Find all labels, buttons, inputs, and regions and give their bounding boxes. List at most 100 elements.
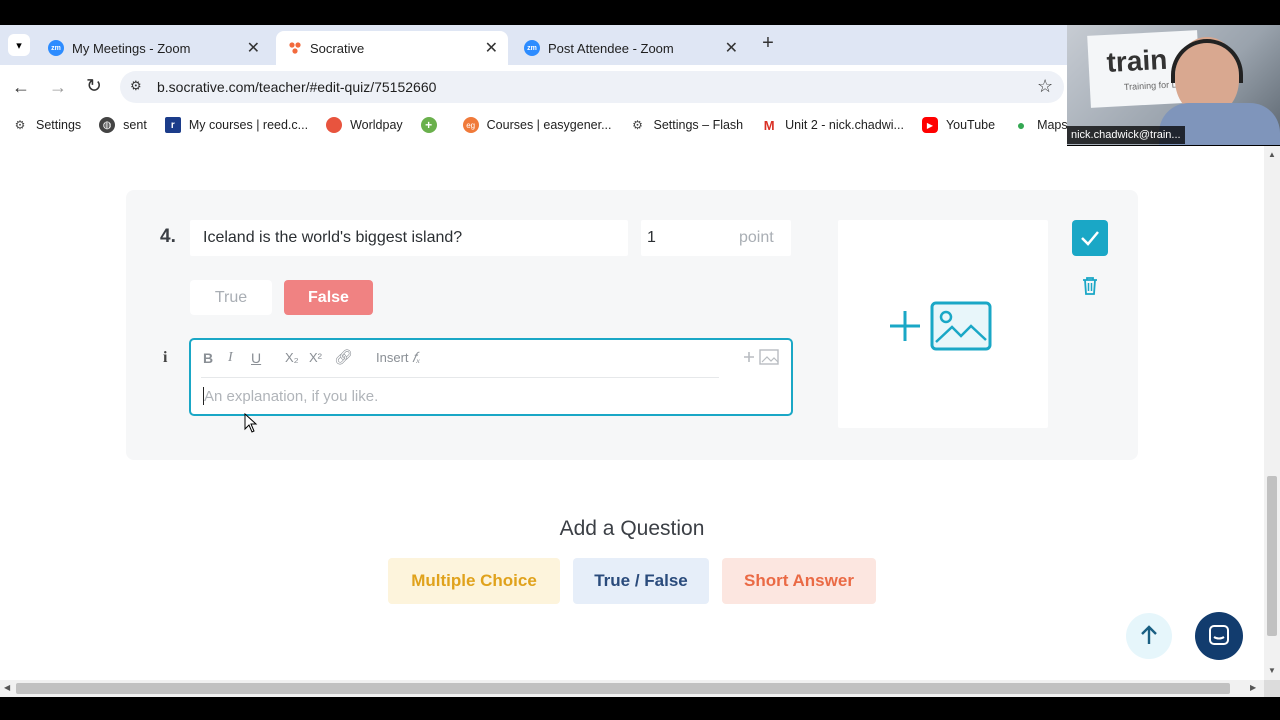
url-text: b.socrative.com/teacher/#edit-quiz/75152… [157, 79, 437, 95]
scrollbar-corner [1264, 680, 1280, 697]
tab-socrative[interactable]: Socrative ✕ [276, 31, 508, 65]
globe-icon: ◍ [99, 117, 116, 133]
superscript-button[interactable]: X² [309, 350, 322, 365]
answer-true-button[interactable]: True [190, 280, 272, 315]
horizontal-scrollbar[interactable]: ◀ ▶ [0, 680, 1264, 697]
bookmark-label: sent [123, 118, 147, 132]
gear-icon: ⚙ [14, 118, 26, 132]
bookmark-settings-flash[interactable]: ⚙ Settings – Flash [630, 117, 744, 133]
reload-icon[interactable]: ↻ [86, 75, 102, 98]
easygenerator-icon: eg [462, 117, 479, 133]
site-info-icon[interactable]: ⚙ [130, 78, 142, 94]
insert-formula-button[interactable]: Insert 𝑓ₓ [376, 350, 420, 367]
answer-false-label: False [308, 289, 349, 306]
worldpay-icon [326, 117, 343, 133]
trash-icon[interactable] [1081, 276, 1099, 301]
bookmark-label: Settings [36, 118, 82, 132]
bookmark-maps[interactable]: ● Maps [1013, 117, 1068, 133]
chat-support-button[interactable] [1195, 612, 1243, 660]
bookmark-label: Settings – Flash [653, 118, 744, 132]
scroll-right-arrow-icon[interactable]: ▶ [1250, 683, 1256, 692]
scroll-to-top-button[interactable] [1126, 613, 1172, 659]
close-icon[interactable]: ✕ [247, 38, 260, 58]
add-image-icon[interactable] [742, 348, 780, 366]
bookmark-gmail[interactable]: M Unit 2 - nick.chadwi... [761, 117, 904, 133]
true-false-label: True / False [594, 571, 688, 590]
gmail-icon: M [763, 117, 775, 133]
insert-label: Insert [376, 350, 409, 365]
bookmarks-bar: ⚙ Settings ◍ sent r My courses | reed.c.… [0, 109, 1068, 141]
info-icon[interactable]: i [163, 349, 167, 367]
bookmark-worldpay[interactable]: Worldpay [326, 117, 403, 133]
save-question-button[interactable] [1072, 220, 1108, 256]
tab-label: Post Attendee - Zoom [548, 40, 674, 56]
bookmark-settings[interactable]: ⚙ Settings [12, 117, 82, 133]
bookmark-youtube[interactable]: ▶ YouTube [921, 117, 995, 133]
bookmark-star-icon[interactable]: ☆ [1037, 76, 1053, 97]
horizontal-scrollbar-thumb[interactable] [16, 683, 1230, 694]
question-card: 4. Iceland is the world's biggest island… [126, 190, 1138, 460]
plus-circle-icon: + [420, 117, 437, 133]
participant-name: nick.chadwick@train... [1071, 129, 1181, 141]
page-content: 4. Iceland is the world's biggest island… [0, 146, 1264, 680]
webcam-video: train Training for Life nick.chadwick@tr… [1067, 25, 1280, 145]
tab-strip: ▾ zm My Meetings - Zoom ✕ Socrative ✕ zm… [0, 25, 1067, 65]
youtube-icon: ▶ [921, 117, 938, 133]
points-input[interactable]: 1 point [641, 220, 791, 256]
underline-button[interactable]: U [251, 350, 261, 366]
toolbar-divider [201, 377, 719, 378]
add-multiple-choice-button[interactable]: Multiple Choice [388, 558, 560, 604]
tab-post-attendee[interactable]: zm Post Attendee - Zoom ✕ [514, 31, 748, 65]
italic-button[interactable]: I [228, 350, 233, 366]
explanation-editor[interactable]: B I U X₂ X² 🔗︎ Insert 𝑓ₓ An explanation,… [189, 338, 793, 416]
function-icon: 𝑓ₓ [412, 351, 421, 366]
multiple-choice-label: Multiple Choice [411, 571, 537, 590]
question-text: Iceland is the world's biggest island? [203, 229, 463, 246]
tab-search-button[interactable]: ▾ [8, 34, 30, 56]
question-text-input[interactable]: Iceland is the world's biggest island? [190, 220, 628, 256]
zoom-icon: zm [524, 40, 540, 56]
bookmark-sent[interactable]: ◍ sent [99, 117, 147, 133]
add-short-answer-button[interactable]: Short Answer [722, 558, 876, 604]
chat-icon [1208, 624, 1230, 653]
bold-button[interactable]: B [203, 350, 213, 366]
points-value: 1 [647, 229, 656, 246]
new-tab-button[interactable]: + [758, 33, 778, 54]
add-image-large-icon [888, 300, 994, 352]
vertical-scrollbar[interactable]: ▲ ▼ [1264, 146, 1280, 680]
scrollbar-thumb[interactable] [1267, 476, 1277, 636]
address-bar[interactable]: ⚙ b.socrative.com/teacher/#edit-quiz/751… [120, 71, 1064, 103]
link-icon[interactable]: 🔗︎ [334, 348, 353, 366]
browser-toolbar: ← → ↻ ⚙ b.socrative.com/teacher/#edit-qu… [0, 65, 1067, 109]
checkmark-icon [1079, 227, 1101, 254]
bookmark-reed[interactable]: r My courses | reed.c... [164, 117, 309, 133]
points-unit: point [739, 229, 774, 246]
image-upload-area[interactable] [838, 220, 1048, 428]
bookmark-easygenerator[interactable]: eg Courses | easygener... [462, 117, 612, 133]
add-question-title: Add a Question [559, 517, 705, 540]
tab-label: Socrative [310, 40, 365, 56]
scroll-down-arrow-icon[interactable]: ▼ [1268, 666, 1276, 675]
scroll-up-arrow-icon[interactable]: ▲ [1268, 150, 1276, 159]
subscript-button[interactable]: X₂ [285, 350, 299, 365]
close-icon[interactable]: ✕ [485, 38, 498, 58]
bookmark-plus[interactable]: + [420, 117, 445, 133]
chevron-down-icon: ▾ [16, 39, 22, 52]
bookmark-label: My courses | reed.c... [188, 118, 309, 132]
question-number: 4. [160, 226, 176, 247]
bookmark-label: Maps [1037, 118, 1068, 132]
answer-false-button[interactable]: False [284, 280, 373, 315]
close-icon[interactable]: ✕ [725, 38, 738, 58]
participant-name-label: nick.chadwick@train... [1067, 126, 1185, 144]
bookmark-label: Worldpay [350, 118, 403, 132]
zoom-icon: zm [48, 40, 64, 56]
screen: ▾ zm My Meetings - Zoom ✕ Socrative ✕ zm… [0, 0, 1280, 720]
back-icon[interactable]: ← [12, 77, 30, 98]
tab-my-meetings[interactable]: zm My Meetings - Zoom ✕ [38, 31, 270, 65]
forward-icon[interactable]: → [49, 77, 67, 98]
mouse-cursor-icon [244, 412, 258, 433]
reed-icon: r [164, 117, 181, 133]
scroll-left-arrow-icon[interactable]: ◀ [4, 683, 10, 692]
explanation-placeholder: An explanation, if you like. [204, 388, 379, 405]
add-true-false-button[interactable]: True / False [573, 558, 709, 604]
